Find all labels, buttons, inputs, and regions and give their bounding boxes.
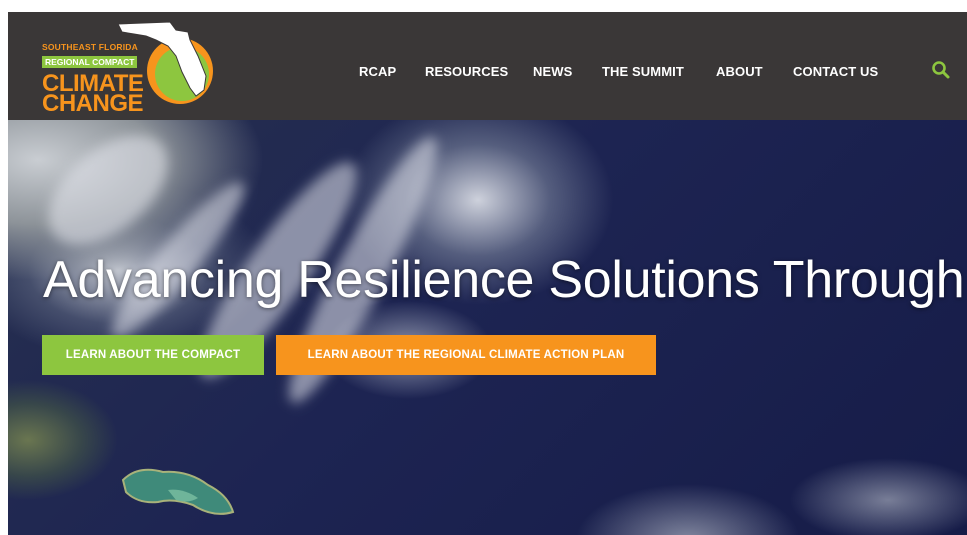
island-shape bbox=[121, 468, 235, 515]
main-nav: RCAP RESOURCES NEWS THE SUMMIT ABOUT CON… bbox=[8, 64, 967, 84]
nav-item-resources[interactable]: RESOURCES bbox=[425, 64, 508, 79]
cloud-streak bbox=[28, 120, 188, 266]
nav-item-the-summit[interactable]: THE SUMMIT bbox=[602, 64, 684, 79]
nav-item-rcap[interactable]: RCAP bbox=[359, 64, 396, 79]
logo-line-1: SOUTHEAST FLORIDA bbox=[42, 42, 138, 52]
logo-line-4: CHANGE bbox=[42, 90, 144, 117]
nav-item-about[interactable]: ABOUT bbox=[716, 64, 763, 79]
learn-about-compact-button[interactable]: LEARN ABOUT THE COMPACT bbox=[42, 335, 264, 375]
hero-title: Advancing Resilience Solutions Through bbox=[43, 251, 965, 309]
nav-item-news[interactable]: NEWS bbox=[533, 64, 572, 79]
hero-banner: Advancing Resilience Solutions Through L… bbox=[8, 120, 967, 535]
page-frame: SOUTHEAST FLORIDA REGIONAL COMPACT CLIMA… bbox=[8, 12, 967, 535]
search-icon[interactable] bbox=[930, 59, 952, 81]
learn-about-climate-action-plan-button[interactable]: LEARN ABOUT THE REGIONAL CLIMATE ACTION … bbox=[276, 335, 656, 375]
nav-item-contact-us[interactable]: CONTACT US bbox=[793, 64, 878, 79]
site-header: SOUTHEAST FLORIDA REGIONAL COMPACT CLIMA… bbox=[8, 12, 967, 120]
